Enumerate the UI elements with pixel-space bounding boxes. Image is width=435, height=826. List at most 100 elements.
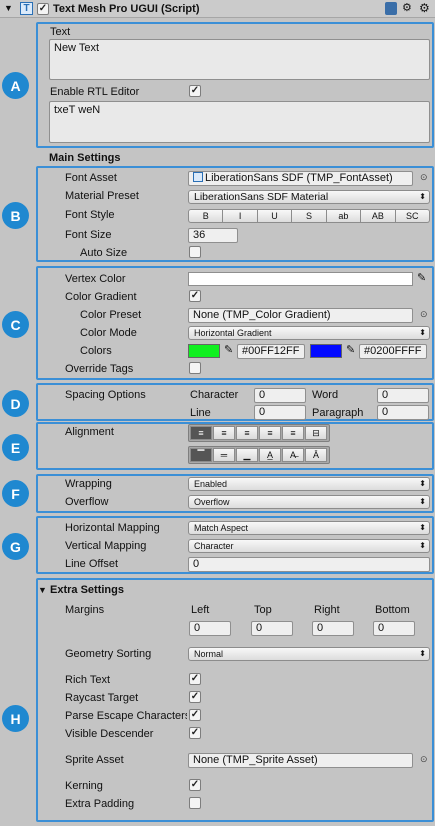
wrapping-dropdown[interactable]: Enabled ⬍ <box>188 477 430 491</box>
margin-right-input[interactable]: 0 <box>312 621 354 636</box>
eyedropper-icon[interactable]: ✎ <box>346 343 355 356</box>
visible-descender-checkbox[interactable]: ✓ <box>189 727 201 739</box>
character-spacing-label: Character <box>190 389 239 401</box>
font-asset-picker-icon[interactable]: ⊙ <box>420 172 428 183</box>
font-style-buttons: B I U S ab AB SC <box>188 209 430 223</box>
style-smallcaps-button[interactable]: SC <box>395 209 430 223</box>
text-input[interactable]: New Text <box>49 39 430 80</box>
material-preset-dropdown[interactable]: LiberationSans SDF Material ⬍ <box>188 190 430 204</box>
style-strikethrough-button[interactable]: S <box>292 209 327 223</box>
rtl-checkbox[interactable]: ✓ <box>189 85 201 97</box>
style-bold-button[interactable]: B <box>188 209 224 223</box>
align-right-icon[interactable]: ≡ <box>236 426 258 440</box>
raycast-target-checkbox[interactable]: ✓ <box>189 691 201 703</box>
vertical-mapping-value: Character <box>194 541 234 551</box>
line-offset-input[interactable]: 0 <box>188 557 430 572</box>
sprite-asset-picker-icon[interactable]: ⊙ <box>420 754 428 765</box>
font-style-label: Font Style <box>65 209 115 221</box>
margin-top-label: Top <box>254 604 272 616</box>
word-spacing-input[interactable]: 0 <box>377 388 429 403</box>
component-enabled-checkbox[interactable]: ✓ <box>37 3 49 15</box>
font-asset-field[interactable]: LiberationSans SDF (TMP_FontAsset) <box>188 171 413 186</box>
color-gradient-checkbox[interactable]: ✓ <box>189 290 201 302</box>
character-spacing-input[interactable]: 0 <box>254 388 306 403</box>
rtl-text-input[interactable]: txeT weN <box>49 101 430 143</box>
rtl-label: Enable RTL Editor <box>50 86 140 98</box>
extra-settings-title[interactable]: Extra Settings <box>50 584 124 596</box>
align-midline-icon[interactable]: A̶ <box>282 448 304 462</box>
wrapping-label: Wrapping <box>65 478 112 490</box>
align-geometry-center-icon[interactable]: ⊟ <box>305 426 327 440</box>
align-top-icon[interactable]: ▔ <box>190 448 212 462</box>
align-flush-icon[interactable]: ≡ <box>282 426 304 440</box>
chevron-updown-icon: ⬍ <box>419 541 426 550</box>
color1-hex-input[interactable]: #00FF12FF <box>237 344 305 359</box>
color1-swatch[interactable] <box>188 344 220 358</box>
align-capline-icon[interactable]: Ā <box>305 448 327 462</box>
geometry-sorting-value: Normal <box>194 649 224 659</box>
vertex-color-swatch[interactable] <box>188 272 413 286</box>
vertical-mapping-dropdown[interactable]: Character ⬍ <box>188 539 430 553</box>
horizontal-mapping-label: Horizontal Mapping <box>65 522 160 534</box>
paragraph-spacing-label: Paragraph <box>312 407 364 419</box>
extra-foldout-arrow-icon[interactable]: ▼ <box>38 585 47 595</box>
foldout-arrow-icon[interactable]: ▼ <box>4 3 13 13</box>
auto-size-checkbox[interactable] <box>189 246 201 258</box>
color-preset-field[interactable]: None (TMP_Color Gradient) <box>188 308 413 323</box>
sprite-asset-label: Sprite Asset <box>65 754 124 766</box>
color2-hex-input[interactable]: #0200FFFF <box>359 344 427 359</box>
margin-left-input[interactable]: 0 <box>189 621 231 636</box>
rich-text-label: Rich Text <box>65 674 111 686</box>
badge-b: B <box>2 202 29 229</box>
settings-gear-icon[interactable]: ⚙ <box>419 1 430 15</box>
horizontal-mapping-dropdown[interactable]: Match Aspect ⬍ <box>188 521 430 535</box>
line-spacing-input[interactable]: 0 <box>254 405 306 420</box>
align-baseline-icon[interactable]: A̲ <box>259 448 281 462</box>
style-underline-button[interactable]: U <box>257 209 293 223</box>
vertex-color-label: Vertex Color <box>65 273 126 285</box>
eyedropper-icon[interactable]: ✎ <box>417 271 426 284</box>
extra-padding-checkbox[interactable] <box>189 797 201 809</box>
style-italic-button[interactable]: I <box>223 209 258 223</box>
align-justified-icon[interactable]: ≡ <box>259 426 281 440</box>
chevron-updown-icon: ⬍ <box>419 192 426 201</box>
align-center-icon[interactable]: ≡ <box>213 426 235 440</box>
align-middle-icon[interactable]: ═ <box>213 448 235 462</box>
vertical-mapping-label: Vertical Mapping <box>65 540 147 552</box>
align-bottom-icon[interactable]: ▁ <box>236 448 258 462</box>
color2-swatch[interactable] <box>310 344 342 358</box>
margin-top-input[interactable]: 0 <box>251 621 293 636</box>
override-tags-checkbox[interactable] <box>189 362 201 374</box>
rich-text-checkbox[interactable]: ✓ <box>189 673 201 685</box>
badge-d: D <box>2 390 29 417</box>
font-asset-value: LiberationSans SDF (TMP_FontAsset) <box>205 172 393 184</box>
eyedropper-icon[interactable]: ✎ <box>224 343 233 356</box>
style-uppercase-button[interactable]: AB <box>361 209 396 223</box>
parse-escape-checkbox[interactable]: ✓ <box>189 709 201 721</box>
auto-size-label: Auto Size <box>80 247 128 259</box>
horizontal-mapping-value: Match Aspect <box>194 523 249 533</box>
geometry-sorting-dropdown[interactable]: Normal ⬍ <box>188 647 430 661</box>
visible-descender-label: Visible Descender <box>65 728 154 740</box>
sprite-asset-field[interactable]: None (TMP_Sprite Asset) <box>188 753 413 768</box>
margin-bottom-input[interactable]: 0 <box>373 621 415 636</box>
font-size-input[interactable]: 36 <box>188 228 238 243</box>
color-gradient-label: Color Gradient <box>65 291 137 303</box>
align-left-icon[interactable]: ≡ <box>190 426 212 440</box>
color-preset-label: Color Preset <box>80 309 142 321</box>
help-book-icon[interactable] <box>385 2 397 15</box>
style-lowercase-button[interactable]: ab <box>326 209 362 223</box>
margins-label: Margins <box>65 604 105 616</box>
raycast-target-label: Raycast Target <box>65 692 139 704</box>
paragraph-spacing-input[interactable]: 0 <box>377 405 429 420</box>
color-mode-dropdown[interactable]: Horizontal Gradient ⬍ <box>188 326 430 340</box>
preset-sliders-icon[interactable]: ⚙ <box>402 1 412 14</box>
badge-c: C <box>2 311 29 338</box>
spacing-options-label: Spacing Options <box>65 389 146 401</box>
color-preset-picker-icon[interactable]: ⊙ <box>420 309 428 320</box>
component-title: Text Mesh Pro UGUI (Script) <box>53 3 200 15</box>
overflow-dropdown[interactable]: Overflow ⬍ <box>188 495 430 509</box>
margin-right-label: Right <box>314 604 340 616</box>
kerning-checkbox[interactable]: ✓ <box>189 779 201 791</box>
alignment-label: Alignment <box>65 426 114 438</box>
